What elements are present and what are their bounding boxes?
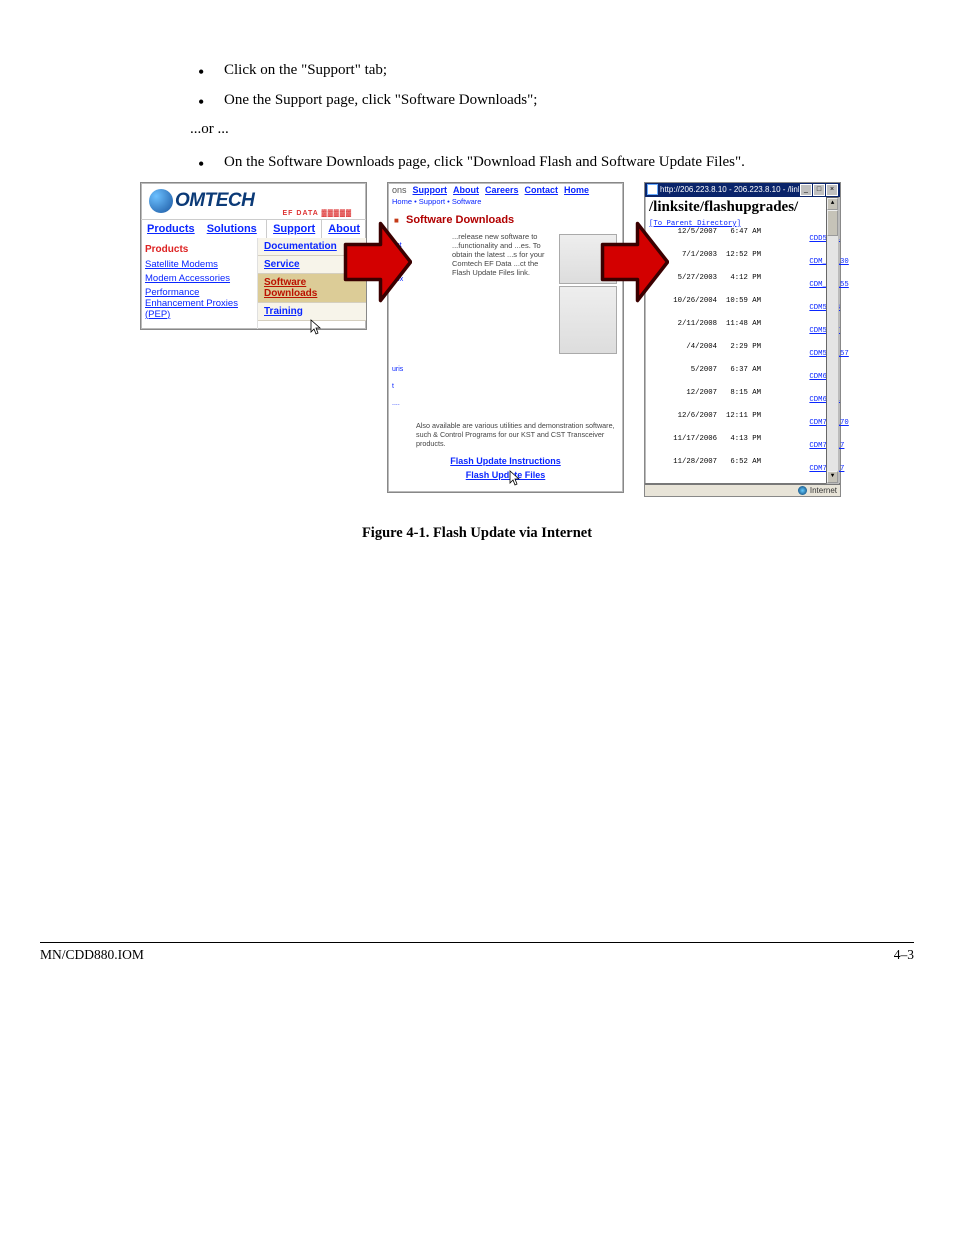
nav-solutions[interactable]: Solutions: [201, 220, 263, 238]
pointer-cursor-icon: [309, 319, 323, 337]
nav2-careers[interactable]: Careers: [485, 185, 519, 195]
heading-software-downloads: Software Downloads: [388, 208, 623, 232]
footer-page-number: 4–3: [894, 947, 914, 963]
nav2-home[interactable]: Home: [564, 185, 589, 195]
footer-doc-id: MN/CDD880.IOM: [40, 947, 894, 963]
sidebar-link-pep[interactable]: Performance Enhancement Proxies (PEP): [145, 287, 253, 320]
breadcrumb: Home • Support • Software: [388, 197, 623, 208]
figure-screens: OMTECH EF DATA ▓▓▓▓▓ Products Solutions …: [140, 182, 864, 497]
dir-heading: /linksite/flashupgrades/: [649, 199, 836, 216]
nav2-support[interactable]: Support: [413, 185, 448, 195]
figure-caption: Figure 4-1. Flash Update via Internet: [177, 525, 777, 542]
maximize-button[interactable]: □: [813, 184, 825, 196]
dir-row: 5/20076:37 AM CDM600: [649, 366, 836, 389]
red-arrow-icon: [599, 202, 669, 322]
dir-row: 11/17/20064:13 PM CDM710_7: [649, 435, 836, 458]
scroll-up-icon[interactable]: ▲: [827, 198, 838, 210]
sidebar-link-satellite-modems[interactable]: Satellite Modems: [145, 259, 253, 270]
screenshot-comtech-home: OMTECH EF DATA ▓▓▓▓▓ Products Solutions …: [140, 182, 367, 330]
ie-page-icon: [647, 184, 658, 195]
menu-service-label: Service: [264, 259, 300, 270]
red-arrow-icon: [342, 202, 412, 322]
pointer-cursor-icon: [508, 470, 522, 488]
or-row: ...or ...: [190, 121, 824, 138]
footer-rule: [40, 942, 914, 943]
link-flash-update-instructions[interactable]: Flash Update Instructions: [388, 456, 623, 466]
bullet-1: Click on the "Support" tab;: [190, 60, 824, 80]
internet-zone-icon: [798, 486, 807, 495]
downloads-blurb: ...release new software to ...functional…: [416, 232, 557, 356]
scroll-down-icon[interactable]: ▼: [827, 471, 838, 483]
dir-row: 12/20078:15 AM CDM600L: [649, 389, 836, 412]
frag-dots: ....: [392, 400, 416, 407]
sidebar-link-modem-accessories[interactable]: Modem Accessories: [145, 273, 253, 284]
nav2-about[interactable]: About: [453, 185, 479, 195]
frag-t: t: [392, 383, 416, 390]
frag-uris: uris: [392, 366, 416, 373]
scrollbar[interactable]: ▲ ▼: [826, 197, 839, 484]
minimize-button[interactable]: _: [800, 184, 812, 196]
dir-row: 11/28/20076:52 AM CDM710_7: [649, 458, 836, 481]
screenshot-software-downloads: ons Support About Careers Contact Home H…: [387, 182, 624, 493]
dir-row: 7/1/200312:52 PM CDM_IP_30: [649, 251, 836, 274]
dir-row: 10/26/200410:59 AM CDM550B: [649, 297, 836, 320]
dir-row: 5/27/20034:12 PM CDM_IP_55: [649, 274, 836, 297]
link-flash-update-files[interactable]: Flash Update Files: [388, 470, 623, 480]
dir-row: /4/20042:29 PM CDM570_57: [649, 343, 836, 366]
nav-support[interactable]: Support: [266, 220, 321, 238]
nav-fragment-ons: ons: [392, 185, 407, 195]
nav2-contact[interactable]: Contact: [525, 185, 559, 195]
screenshot-directory-listing: http://206.223.8.10 - 206.223.8.10 - /li…: [644, 182, 841, 497]
nav-products[interactable]: Products: [141, 220, 201, 238]
scroll-thumb[interactable]: [827, 210, 838, 236]
close-button[interactable]: ×: [826, 184, 838, 196]
dir-row: 12/6/200712:11 PM CDM700_70: [649, 412, 836, 435]
bullet-2: One the Support page, click "Software Do…: [190, 90, 824, 110]
sidebar-products-header: Products: [145, 244, 253, 255]
status-internet: Internet: [810, 486, 837, 495]
dir-row: 2/11/200811:48 AM CDM5507: [649, 320, 836, 343]
bullet-3: On the Software Downloads page, click "D…: [190, 152, 824, 172]
comtech-globe-icon: [149, 189, 173, 213]
dir-row: 12/5/20076:47 AM CDD564L: [649, 228, 836, 251]
window-title: http://206.223.8.10 - 206.223.8.10 - /li…: [660, 185, 799, 194]
downloads-footer-text: Also available are various utilities and…: [388, 417, 623, 452]
comtech-logo-text: OMTECH: [175, 190, 254, 212]
